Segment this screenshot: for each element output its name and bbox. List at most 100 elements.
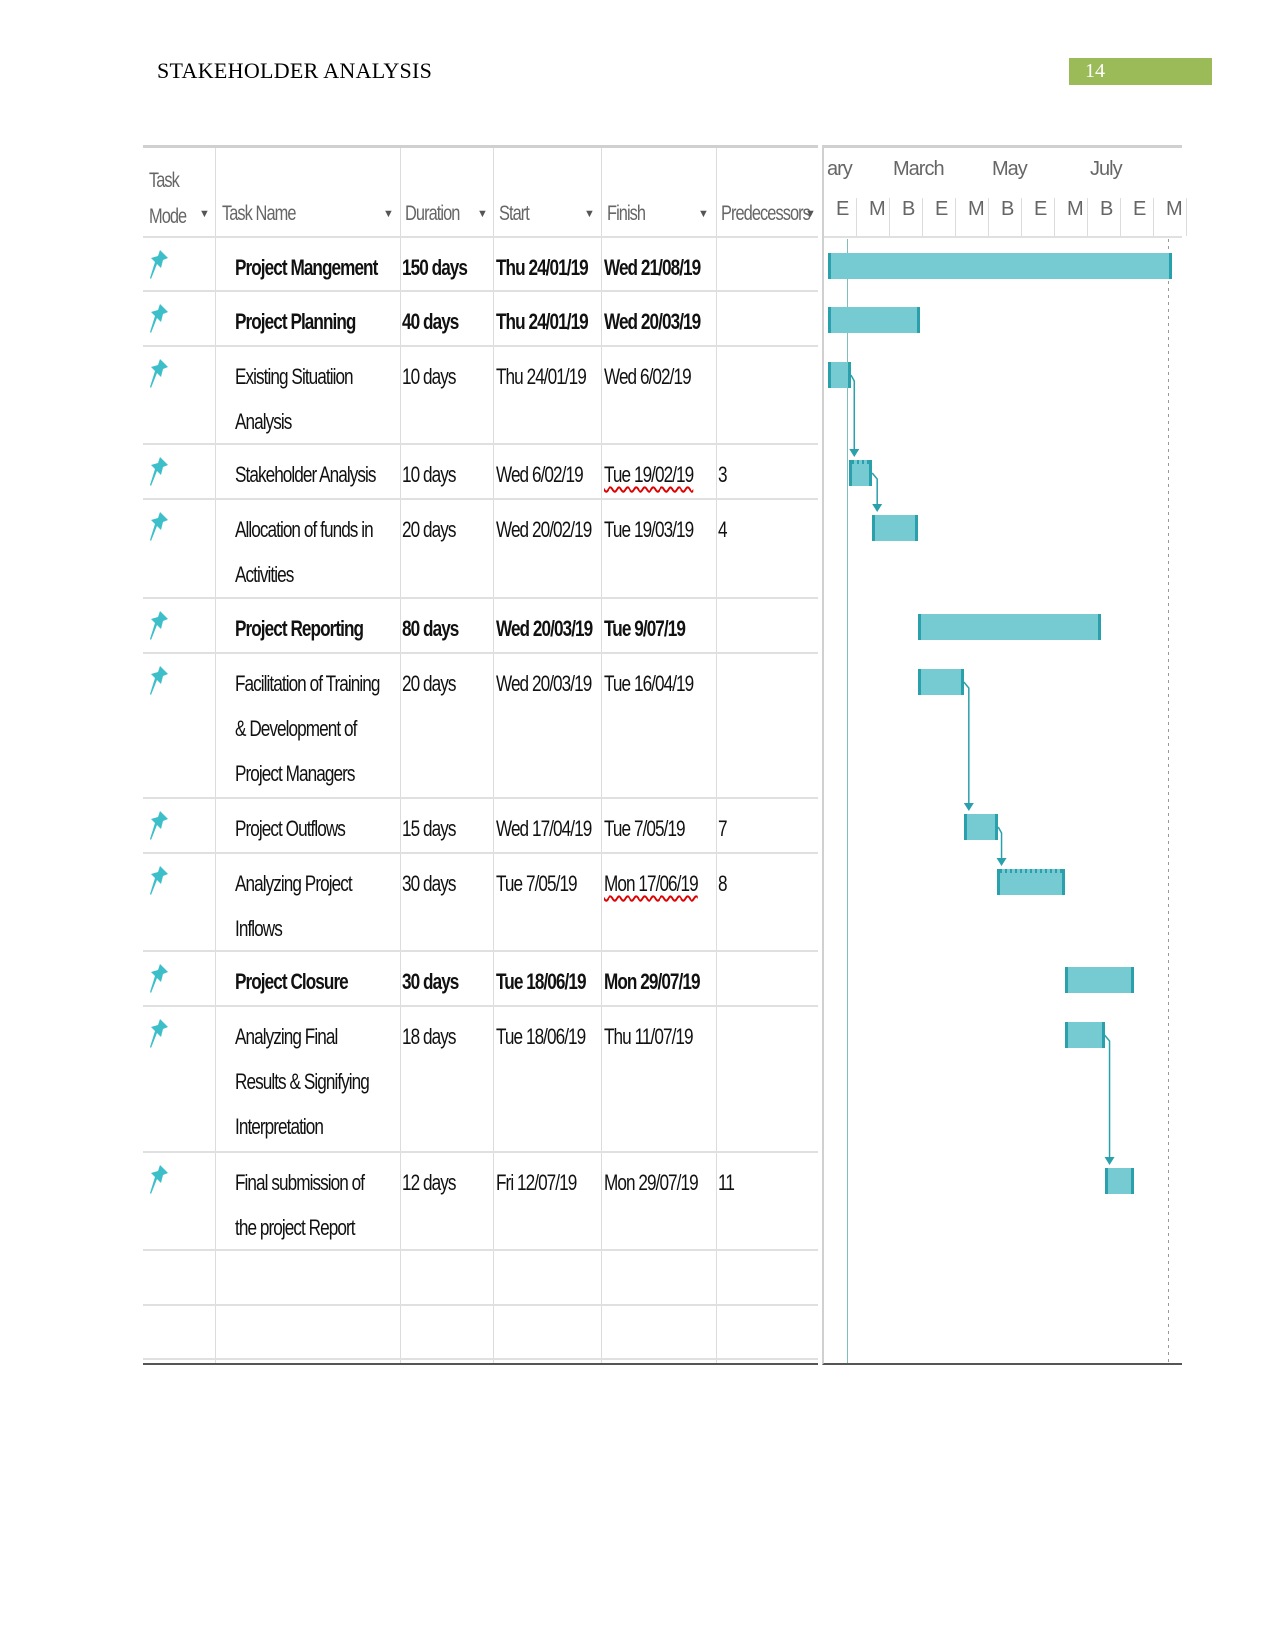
- column-header[interactable]: Predecessors: [721, 196, 835, 232]
- cell-text: Mon 17/06/19: [604, 871, 699, 896]
- row-divider: [143, 236, 818, 238]
- cell-name[interactable]: Analyzing Final Results & Signifying Int…: [235, 1014, 407, 1149]
- cell-finish[interactable]: Tue 7/05/19: [604, 806, 707, 851]
- cell-pred[interactable]: 7: [718, 806, 729, 851]
- cell-start[interactable]: Thu 24/01/19: [496, 354, 611, 399]
- dropdown-arrow-icon[interactable]: ▼: [805, 208, 816, 220]
- cell-duration[interactable]: 20 days: [402, 507, 471, 552]
- cell-duration[interactable]: 30 days: [402, 959, 474, 1004]
- row-divider: [143, 1358, 818, 1360]
- cell-name[interactable]: Project Mangement: [235, 245, 418, 290]
- cell-finish[interactable]: Tue 19/02/19: [604, 452, 718, 497]
- cell-finish[interactable]: Wed 20/03/19: [604, 299, 727, 344]
- cell-text: 4: [718, 517, 728, 542]
- cell-duration[interactable]: 150 days: [402, 245, 485, 290]
- pin-icon: [149, 865, 169, 895]
- dependency-link: [997, 826, 1003, 860]
- cell-text: Allocation of funds in Activities: [235, 517, 374, 587]
- cell-pred[interactable]: 3: [718, 452, 729, 497]
- cell-finish[interactable]: Thu 11/07/19: [604, 1014, 718, 1059]
- cell-text: 8: [718, 871, 728, 896]
- cell-start[interactable]: Wed 17/04/19: [496, 806, 618, 851]
- row-divider: [143, 597, 818, 599]
- cell-name[interactable]: Final submission of the project Report: [235, 1160, 401, 1250]
- cell-start[interactable]: Wed 20/03/19: [496, 606, 619, 651]
- dependency-arrows: [849, 374, 1115, 1165]
- cell-name[interactable]: Project Planning: [235, 299, 389, 344]
- cell-name[interactable]: Facilitation of Training & Development o…: [235, 661, 420, 796]
- cell-duration[interactable]: 40 days: [402, 299, 474, 344]
- cell-text: 80 days: [402, 616, 459, 641]
- row-divider: [143, 1005, 818, 1007]
- cell-finish[interactable]: Mon 17/06/19: [604, 861, 724, 906]
- cell-start[interactable]: Wed 20/02/19: [496, 507, 618, 552]
- cell-text: 11: [718, 1170, 735, 1195]
- dropdown-arrow-icon[interactable]: ▼: [584, 208, 595, 220]
- cell-start[interactable]: Thu 24/01/19: [496, 245, 614, 290]
- cell-text: Fri 12/07/19: [496, 1170, 577, 1195]
- cell-text: Stakeholder Analysis: [235, 462, 377, 487]
- cell-duration[interactable]: 80 days: [402, 606, 474, 651]
- cell-text: Wed 6/02/19: [496, 462, 584, 487]
- column-header[interactable]: Finish: [607, 196, 656, 232]
- pin-icon: [149, 456, 169, 486]
- dropdown-arrow-icon[interactable]: ▼: [199, 208, 210, 220]
- cell-text: 150 days: [402, 255, 468, 280]
- pin-icon: [149, 358, 169, 388]
- cell-pred[interactable]: 11: [718, 1160, 738, 1205]
- gantt-chart: ary March May July E M B E M B E M B E M: [822, 145, 1187, 1365]
- cell-text: Wed 20/03/19: [604, 309, 701, 334]
- cell-start[interactable]: Wed 20/03/19: [496, 661, 618, 706]
- cell-finish[interactable]: Wed 21/08/19: [604, 245, 727, 290]
- cell-name[interactable]: Allocation of funds in Activities: [235, 507, 412, 597]
- cell-name[interactable]: Project Reporting: [235, 606, 399, 651]
- cell-finish[interactable]: Tue 19/03/19: [604, 507, 718, 552]
- page-number: 14: [1069, 58, 1212, 85]
- cell-start[interactable]: Thu 24/01/19: [496, 299, 614, 344]
- pin-icon: [149, 665, 169, 695]
- cell-pred[interactable]: 4: [718, 507, 729, 552]
- cell-start[interactable]: Wed 6/02/19: [496, 452, 607, 497]
- cell-duration[interactable]: 10 days: [402, 354, 471, 399]
- pin-icon: [149, 249, 169, 279]
- column-header[interactable]: Task Mode: [149, 163, 197, 235]
- row-divider: [143, 290, 818, 292]
- column-header[interactable]: Task Name: [222, 196, 316, 232]
- dropdown-arrow-icon[interactable]: ▼: [477, 208, 488, 220]
- cell-finish[interactable]: Tue 9/07/19: [604, 606, 708, 651]
- cell-finish[interactable]: Wed 6/02/19: [604, 354, 715, 399]
- row-divider: [143, 498, 818, 500]
- cell-text: 20 days: [402, 517, 456, 542]
- cell-finish[interactable]: Tue 16/04/19: [604, 661, 718, 706]
- cell-name[interactable]: Analyzing Project Inflows: [235, 861, 385, 951]
- cell-text: Wed 21/08/19: [604, 255, 701, 280]
- dropdown-arrow-icon[interactable]: ▼: [698, 208, 709, 220]
- cell-text: 12 days: [402, 1170, 456, 1195]
- cell-duration[interactable]: 15 days: [402, 806, 471, 851]
- column-header[interactable]: Start: [499, 196, 537, 232]
- cell-duration[interactable]: 30 days: [402, 861, 471, 906]
- cell-name[interactable]: Project Closure: [235, 959, 380, 1004]
- pin-icon: [149, 963, 169, 993]
- cell-name[interactable]: Stakeholder Analysis: [235, 452, 415, 497]
- pin-icon: [149, 1164, 169, 1194]
- cell-finish[interactable]: Mon 29/07/19: [604, 1160, 724, 1205]
- cell-start[interactable]: Tue 18/06/19: [496, 959, 611, 1004]
- cell-text: Tue 19/03/19: [604, 517, 694, 542]
- cell-start[interactable]: Fri 12/07/19: [496, 1160, 599, 1205]
- cell-start[interactable]: Tue 7/05/19: [496, 861, 599, 906]
- cell-duration[interactable]: 12 days: [402, 1160, 471, 1205]
- cell-finish[interactable]: Mon 29/07/19: [604, 959, 727, 1004]
- dropdown-arrow-icon[interactable]: ▼: [383, 208, 394, 220]
- cell-duration[interactable]: 20 days: [402, 661, 471, 706]
- cell-duration[interactable]: 10 days: [402, 452, 471, 497]
- cell-start[interactable]: Tue 18/06/19: [496, 1014, 610, 1059]
- cell-name[interactable]: Project Outflows: [235, 806, 376, 851]
- cell-text: Project Closure: [235, 969, 349, 994]
- column-header[interactable]: Duration: [405, 196, 475, 232]
- cell-text: Tue 9/07/19: [604, 616, 686, 641]
- cell-duration[interactable]: 18 days: [402, 1014, 471, 1059]
- cell-text: Wed 6/02/19: [604, 364, 692, 389]
- cell-pred[interactable]: 8: [718, 861, 729, 906]
- cell-name[interactable]: Existing Situatiion Analysis: [235, 354, 386, 444]
